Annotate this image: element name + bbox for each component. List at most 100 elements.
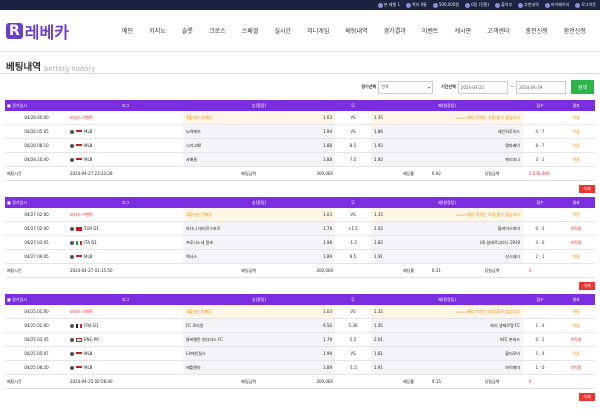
column-header: 패(원정팀) xyxy=(438,102,456,108)
topbar-item[interactable]: 로그아웃 xyxy=(575,2,596,8)
nav-item[interactable]: 이벤트 xyxy=(422,26,439,35)
home-team-cell[interactable]: 샤배들 1.88 xyxy=(183,153,335,166)
delete-button[interactable]: 삭제 xyxy=(579,393,595,401)
score: 3 : 0 xyxy=(535,240,545,245)
away-team-name: 올바이스파이 xyxy=(497,225,520,231)
slip-actions: 삭제 xyxy=(5,181,595,197)
baseball-icon xyxy=(70,130,74,134)
away-team-cell[interactable]: 1.91 신시내티 xyxy=(371,250,523,263)
win-amount-label: 당첨금액 xyxy=(484,267,500,273)
bet-time-label: 베팅시간 xyxy=(7,378,22,384)
delete-button[interactable]: 삭제 xyxy=(579,185,595,193)
search-button[interactable]: 검색 xyxy=(571,80,594,94)
topbar-item[interactable]: 본 레벨 1 xyxy=(377,2,400,8)
nav-item[interactable]: 베팅내역 xyxy=(345,26,367,35)
flag-icon xyxy=(76,352,82,356)
date-to-input[interactable]: 2024-04-29 xyxy=(516,80,566,94)
away-team-cell[interactable]: 1.82 US 살레르니타나 1919 xyxy=(371,236,523,249)
league-name: MLB xyxy=(84,365,93,370)
odds-value: 6.92 xyxy=(432,171,441,176)
topbar-item[interactable]: 출석부 xyxy=(495,2,512,8)
home-odds: 1.88 xyxy=(323,157,332,162)
match-date: 04/27 02:00 xyxy=(24,226,49,231)
away-team-cell[interactable]: 1.45 파리 생제르맹 FC xyxy=(371,319,523,332)
draw-cell[interactable]: 7.5 xyxy=(335,157,371,162)
game-type-select[interactable]: 전체 ▾ xyxy=(378,80,434,94)
date-from-input[interactable]: 2024-04-22 xyxy=(457,80,508,94)
draw-cell[interactable]: 8.5 xyxy=(335,143,371,148)
draw-cell[interactable]: +1.5 xyxy=(335,226,371,231)
column-header: 결과 xyxy=(572,102,580,108)
topbar-item[interactable]: 마이페이지 xyxy=(544,2,569,8)
home-team-cell[interactable]: 애틀랜타 1.89 xyxy=(183,361,335,374)
home-team-cell[interactable]: 3폴더신 운배당 1.03 xyxy=(183,208,335,221)
nav-item[interactable]: 게시판 xyxy=(455,26,472,35)
draw-cell[interactable]: -1.5 xyxy=(335,240,371,245)
away-team-cell[interactable]: 1.35 === 배당 이하는 조합 할수 없습니다 xyxy=(371,111,523,124)
nav-item[interactable]: 카지노 xyxy=(149,26,166,35)
home-team-name: 텍사스 xyxy=(186,253,198,259)
draw-cell[interactable]: -1.5 xyxy=(335,365,371,370)
nav-item[interactable]: 미니게임 xyxy=(307,26,329,35)
nav-item[interactable]: 경기결과 xyxy=(384,26,406,35)
home-team-cell[interactable]: 텍사스 1.89 xyxy=(183,250,335,263)
draw-cell[interactable]: 8.5 xyxy=(335,254,371,259)
column-header: 무 xyxy=(351,199,355,205)
nav-item[interactable]: 스페셜 xyxy=(242,26,259,35)
home-team-name: 시카고W xyxy=(186,142,201,148)
topbar-item[interactable]: 500,000원 xyxy=(432,2,459,8)
away-team-cell[interactable]: 2.02 올바이스파이 xyxy=(371,222,523,235)
topbar-item[interactable]: 0점 (전환) xyxy=(465,2,489,8)
away-team-cell[interactable]: 1.92 에리조나 xyxy=(371,153,523,166)
home-team-cell[interactable]: 뉴욕메츠 1.94 xyxy=(183,125,335,138)
column-header: 승(홈팀) xyxy=(251,102,267,108)
nav-item[interactable]: 고객센터 xyxy=(487,26,509,35)
away-team-cell[interactable]: 1.86 레인저루이스 xyxy=(371,125,523,138)
home-team-cell[interactable]: LA에인절스 1.99 xyxy=(183,347,335,360)
nav-item[interactable]: 크로스 xyxy=(209,26,226,35)
home-team-cell[interactable]: 울버햄튼 원더러스 FC 1.79 xyxy=(183,333,335,346)
home-team-cell[interactable]: 3폴더신 운배당 1.03 xyxy=(183,111,335,124)
point-icon xyxy=(465,2,471,8)
league-cell: MLB xyxy=(68,351,183,356)
win-amount-label: 당첨금액 xyxy=(484,170,500,176)
result-badge: 미적중 xyxy=(570,364,582,370)
nav-item[interactable]: 슬롯 xyxy=(182,26,193,35)
nav-item[interactable]: 환전신청 xyxy=(564,26,586,35)
nav-item[interactable]: 메인 xyxy=(122,26,133,35)
flag-icon xyxy=(76,130,82,134)
home-team-cell[interactable]: 시카고W 1.88 xyxy=(183,139,335,152)
home-team-cell[interactable]: 하다나 데미르스포르 1.78 xyxy=(183,222,335,235)
topbar-item[interactable]: 쪽지 0통 xyxy=(406,2,427,8)
baseball-icon xyxy=(70,324,74,328)
table-row: 04/28 10:40 MLB 샤배들 1.88 7.5 1.92 에리조나 3 : 1 적중 xyxy=(5,153,595,167)
away-team-cell[interactable]: 1.81 볼티모어 xyxy=(371,347,523,360)
away-team-cell[interactable]: 1.92 템파베이 xyxy=(371,139,523,152)
nav-item[interactable]: 실시간 xyxy=(274,26,291,35)
draw-cell[interactable]: VS xyxy=(335,129,371,134)
site-logo[interactable]: R 레베카 xyxy=(0,19,96,43)
topbar-item[interactable]: 추천내역 xyxy=(518,2,539,8)
odds-label: 배당률 xyxy=(402,267,414,273)
baseball-icon xyxy=(70,158,74,162)
home-team-cell[interactable]: 프로시노네 칼초 1.98 xyxy=(183,236,335,249)
delete-button[interactable]: 삭제 xyxy=(579,282,595,290)
result-badge: 적중 xyxy=(572,142,580,148)
draw-cell[interactable]: VS xyxy=(335,309,371,314)
draw-cell[interactable]: 5.30 xyxy=(335,323,371,328)
away-team-cell[interactable]: 1.35 === 배당 이하는 조합 할수 없습니다 xyxy=(371,305,523,318)
mypage-icon xyxy=(544,2,550,8)
draw-cell[interactable]: VS xyxy=(335,212,371,217)
away-team-cell[interactable]: 1.35 === 배당 이하는 조합 할수 없습니다 xyxy=(371,208,523,221)
away-team-cell[interactable]: 2.01 AFC 본머스 xyxy=(371,333,523,346)
away-team-cell[interactable]: 1.91 마이애미 xyxy=(371,361,523,374)
home-team-cell[interactable]: 3폴더신 운배당 1.03 xyxy=(183,305,335,318)
draw-cell[interactable]: VS xyxy=(335,351,371,356)
home-team-cell[interactable]: FC 로리앙 6.50 xyxy=(183,319,335,332)
nav-item[interactable]: 충전신청 xyxy=(526,26,548,35)
table-row: 04/25 02:00 FRA D1 FC 로리앙 6.50 5.30 1.45 파리 생제… xyxy=(5,319,595,333)
draw-cell[interactable]: 2.5 xyxy=(335,337,371,342)
league-cell: MLB xyxy=(68,157,183,162)
draw-cell[interactable]: VS xyxy=(335,115,371,120)
page-subtitle: betting history xyxy=(43,65,96,73)
